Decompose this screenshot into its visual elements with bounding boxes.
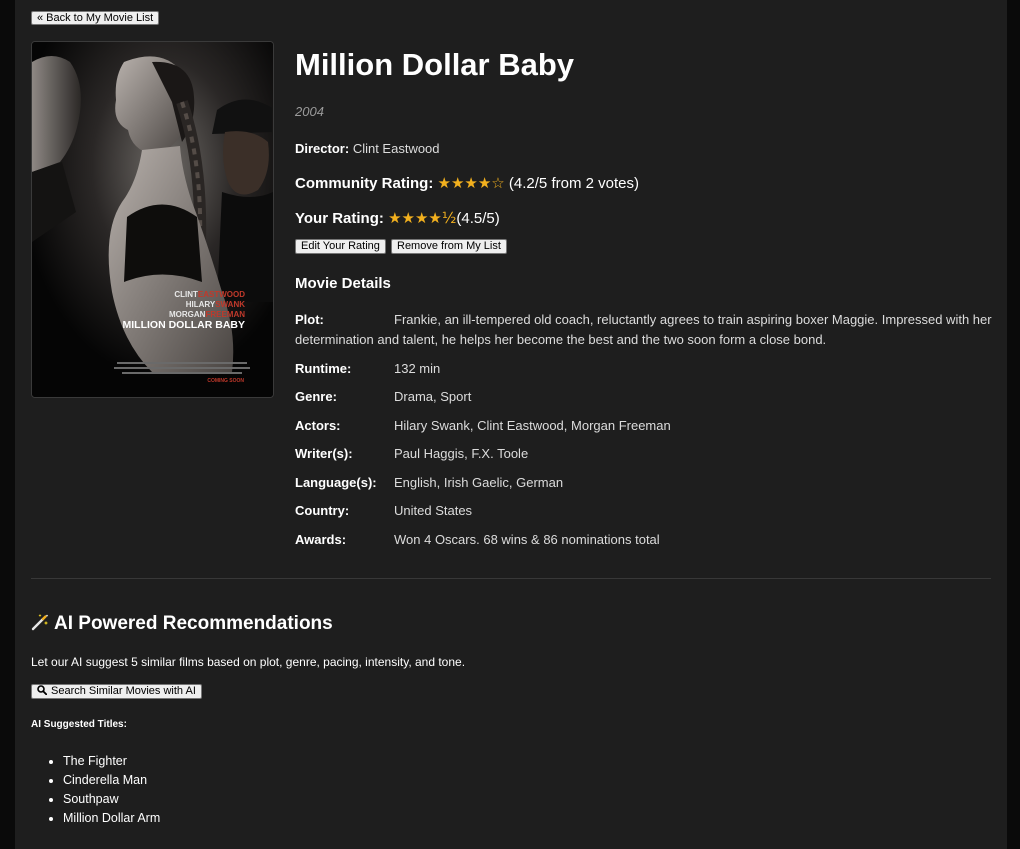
detail-label-awards: Awards: (295, 532, 347, 547)
search-icon (37, 685, 48, 696)
your-rating-text: (4.5/5) (456, 210, 500, 227)
poster-image: CLINTEASTWOOD HILARYSWANK MORGANFREEMAN … (32, 42, 273, 397)
poster-credit-1: CLINTEASTWOOD (174, 290, 245, 299)
detail-value-actors: Hilary Swank, Clint Eastwood, Morgan Fre… (394, 418, 671, 433)
detail-value-awards: Won 4 Oscars. 68 wins & 86 nominations t… (394, 532, 660, 547)
movie-year: 2004 (295, 104, 324, 119)
section-divider (31, 578, 991, 579)
back-to-list-button[interactable]: « Back to My Movie List (31, 11, 160, 25)
movie-poster: CLINTEASTWOOD HILARYSWANK MORGANFREEMAN … (31, 41, 274, 398)
community-rating-text: (4.2/5 from 2 votes) (508, 175, 639, 192)
community-rating-stars: ★★★★☆ (437, 174, 505, 192)
detail-label-runtime: Runtime: (295, 361, 352, 376)
detail-label-actors: Actors: (295, 418, 341, 433)
detail-label-writers: Writer(s): (295, 446, 353, 461)
poster-release-note: COMING SOON (207, 378, 244, 384)
plot-text: Frankie, an ill-tempered old coach, relu… (295, 312, 992, 347)
director-name: Clint Eastwood (352, 141, 440, 156)
poster-credit-3: MORGANFREEMAN (169, 310, 245, 319)
detail-label-languages: Language(s): (295, 475, 377, 490)
list-item: Southpaw (63, 790, 160, 809)
community-rating: Community Rating: ★★★★☆ (4.2/5 from 2 vo… (295, 174, 639, 192)
ai-suggestions-list: The Fighter Cinderella Man Southpaw Mill… (31, 752, 160, 828)
search-similar-label: Search Similar Movies with AI (51, 685, 196, 697)
detail-label-genre: Genre: (295, 389, 337, 404)
detail-value-genre: Drama, Sport (394, 389, 472, 404)
list-item: The Fighter (63, 752, 160, 771)
your-rating: Your Rating: ★★★★½(4.5/5) (295, 209, 500, 227)
poster-credit-2: HILARYSWANK (186, 300, 245, 309)
director-label: Director: (295, 141, 350, 156)
remove-from-list-button[interactable]: Remove from My List (391, 239, 507, 254)
ai-heading-text: AI Powered Recommendations (54, 613, 333, 634)
movie-details-heading: Movie Details (295, 275, 391, 292)
list-item: Cinderella Man (63, 771, 160, 790)
detail-value-writers: Paul Haggis, F.X. Toole (394, 446, 529, 461)
detail-label-country: Country: (295, 503, 350, 518)
list-item: Million Dollar Arm (63, 809, 160, 828)
ai-description: Let our AI suggest 5 similar films based… (31, 655, 466, 669)
your-rating-stars: ★★★★½ (388, 209, 457, 227)
ai-recommendations-heading: AI Powered Recommendations (31, 613, 333, 635)
magic-wand-icon (31, 614, 49, 631)
ai-suggested-titles-label: AI Suggested Titles: (31, 719, 127, 730)
search-similar-movies-button[interactable]: Search Similar Movies with AI (31, 684, 202, 699)
detail-value-runtime: 132 min (394, 361, 441, 376)
poster-title-text: MILLION DOLLAR BABY (123, 319, 246, 331)
edit-rating-button[interactable]: Edit Your Rating (295, 239, 386, 254)
detail-value-languages: English, Irish Gaelic, German (394, 475, 564, 490)
movie-title: Million Dollar Baby (295, 47, 575, 82)
community-rating-label: Community Rating: (295, 175, 434, 192)
detail-value-country: United States (394, 503, 473, 518)
director-line: Director: Clint Eastwood (295, 141, 440, 156)
your-rating-label: Your Rating: (295, 210, 384, 227)
movie-detail-page: « Back to My Movie List CLINTEASTWOOD HI… (15, 0, 1007, 849)
